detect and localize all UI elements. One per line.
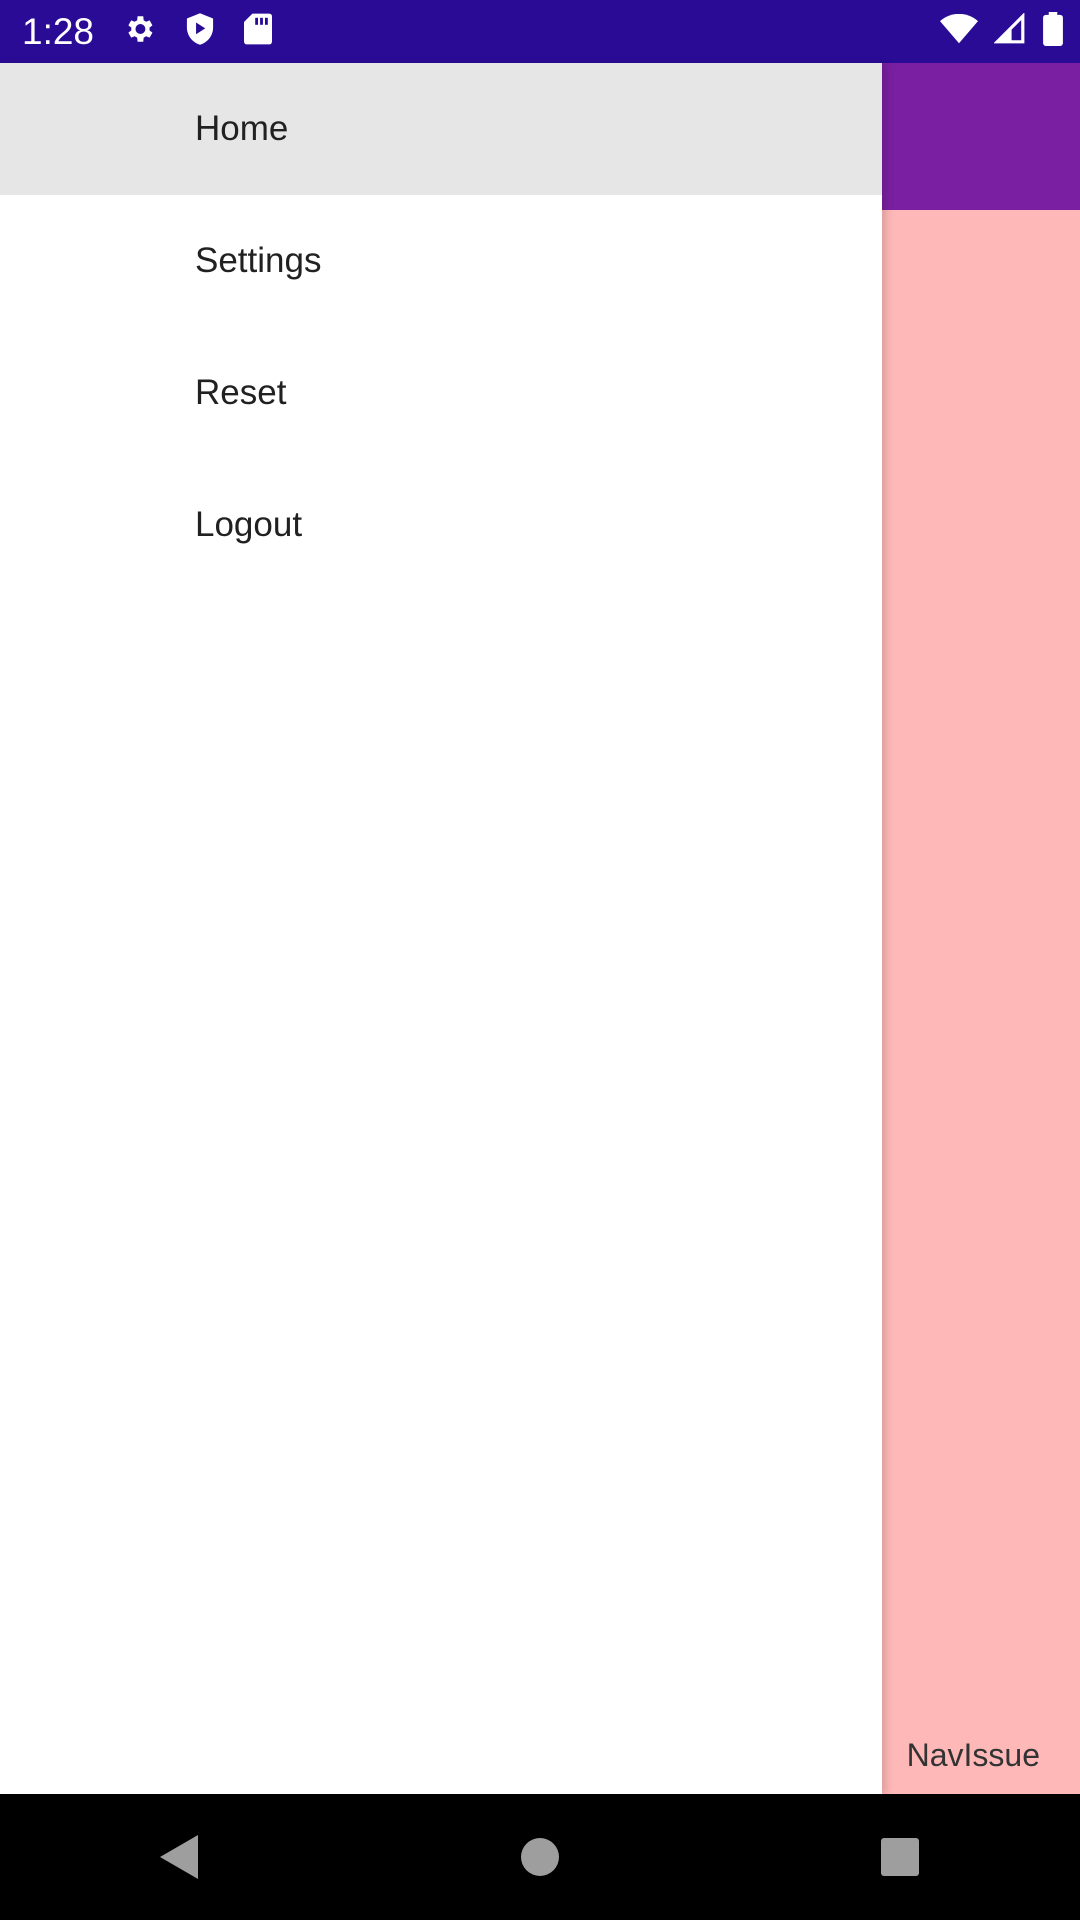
app-content-label: NavIssue [906, 1737, 1040, 1773]
drawer-item-logout[interactable]: Logout [0, 459, 882, 591]
drawer-item-label: Reset [195, 373, 287, 412]
cell-signal-icon [993, 12, 1026, 50]
back-icon [160, 1835, 198, 1879]
home-button[interactable] [480, 1807, 600, 1907]
drawer-item-settings[interactable]: Settings [0, 195, 882, 327]
status-bar: 1:28 [0, 0, 1080, 63]
drawer-item-label: Home [195, 109, 289, 148]
drawer-item-home[interactable]: Home [0, 63, 882, 195]
drawer-item-label: Settings [195, 241, 322, 280]
status-right-icons [940, 0, 1064, 63]
drawer-item-label: Logout [195, 505, 303, 544]
navigation-drawer: Home Settings Reset Logout [0, 63, 882, 1794]
status-left-icons [122, 12, 273, 51]
status-time: 1:28 [22, 10, 95, 52]
recents-icon [881, 1838, 919, 1876]
wifi-icon [940, 13, 978, 49]
sd-card-icon [244, 12, 273, 51]
drawer-item-reset[interactable]: Reset [0, 327, 882, 459]
shield-play-icon [184, 12, 216, 51]
gear-icon [122, 12, 156, 51]
system-nav-bar [0, 1794, 1080, 1920]
recents-button[interactable] [840, 1807, 960, 1907]
battery-icon [1042, 12, 1064, 51]
home-icon [521, 1838, 559, 1876]
back-button[interactable] [120, 1807, 240, 1907]
